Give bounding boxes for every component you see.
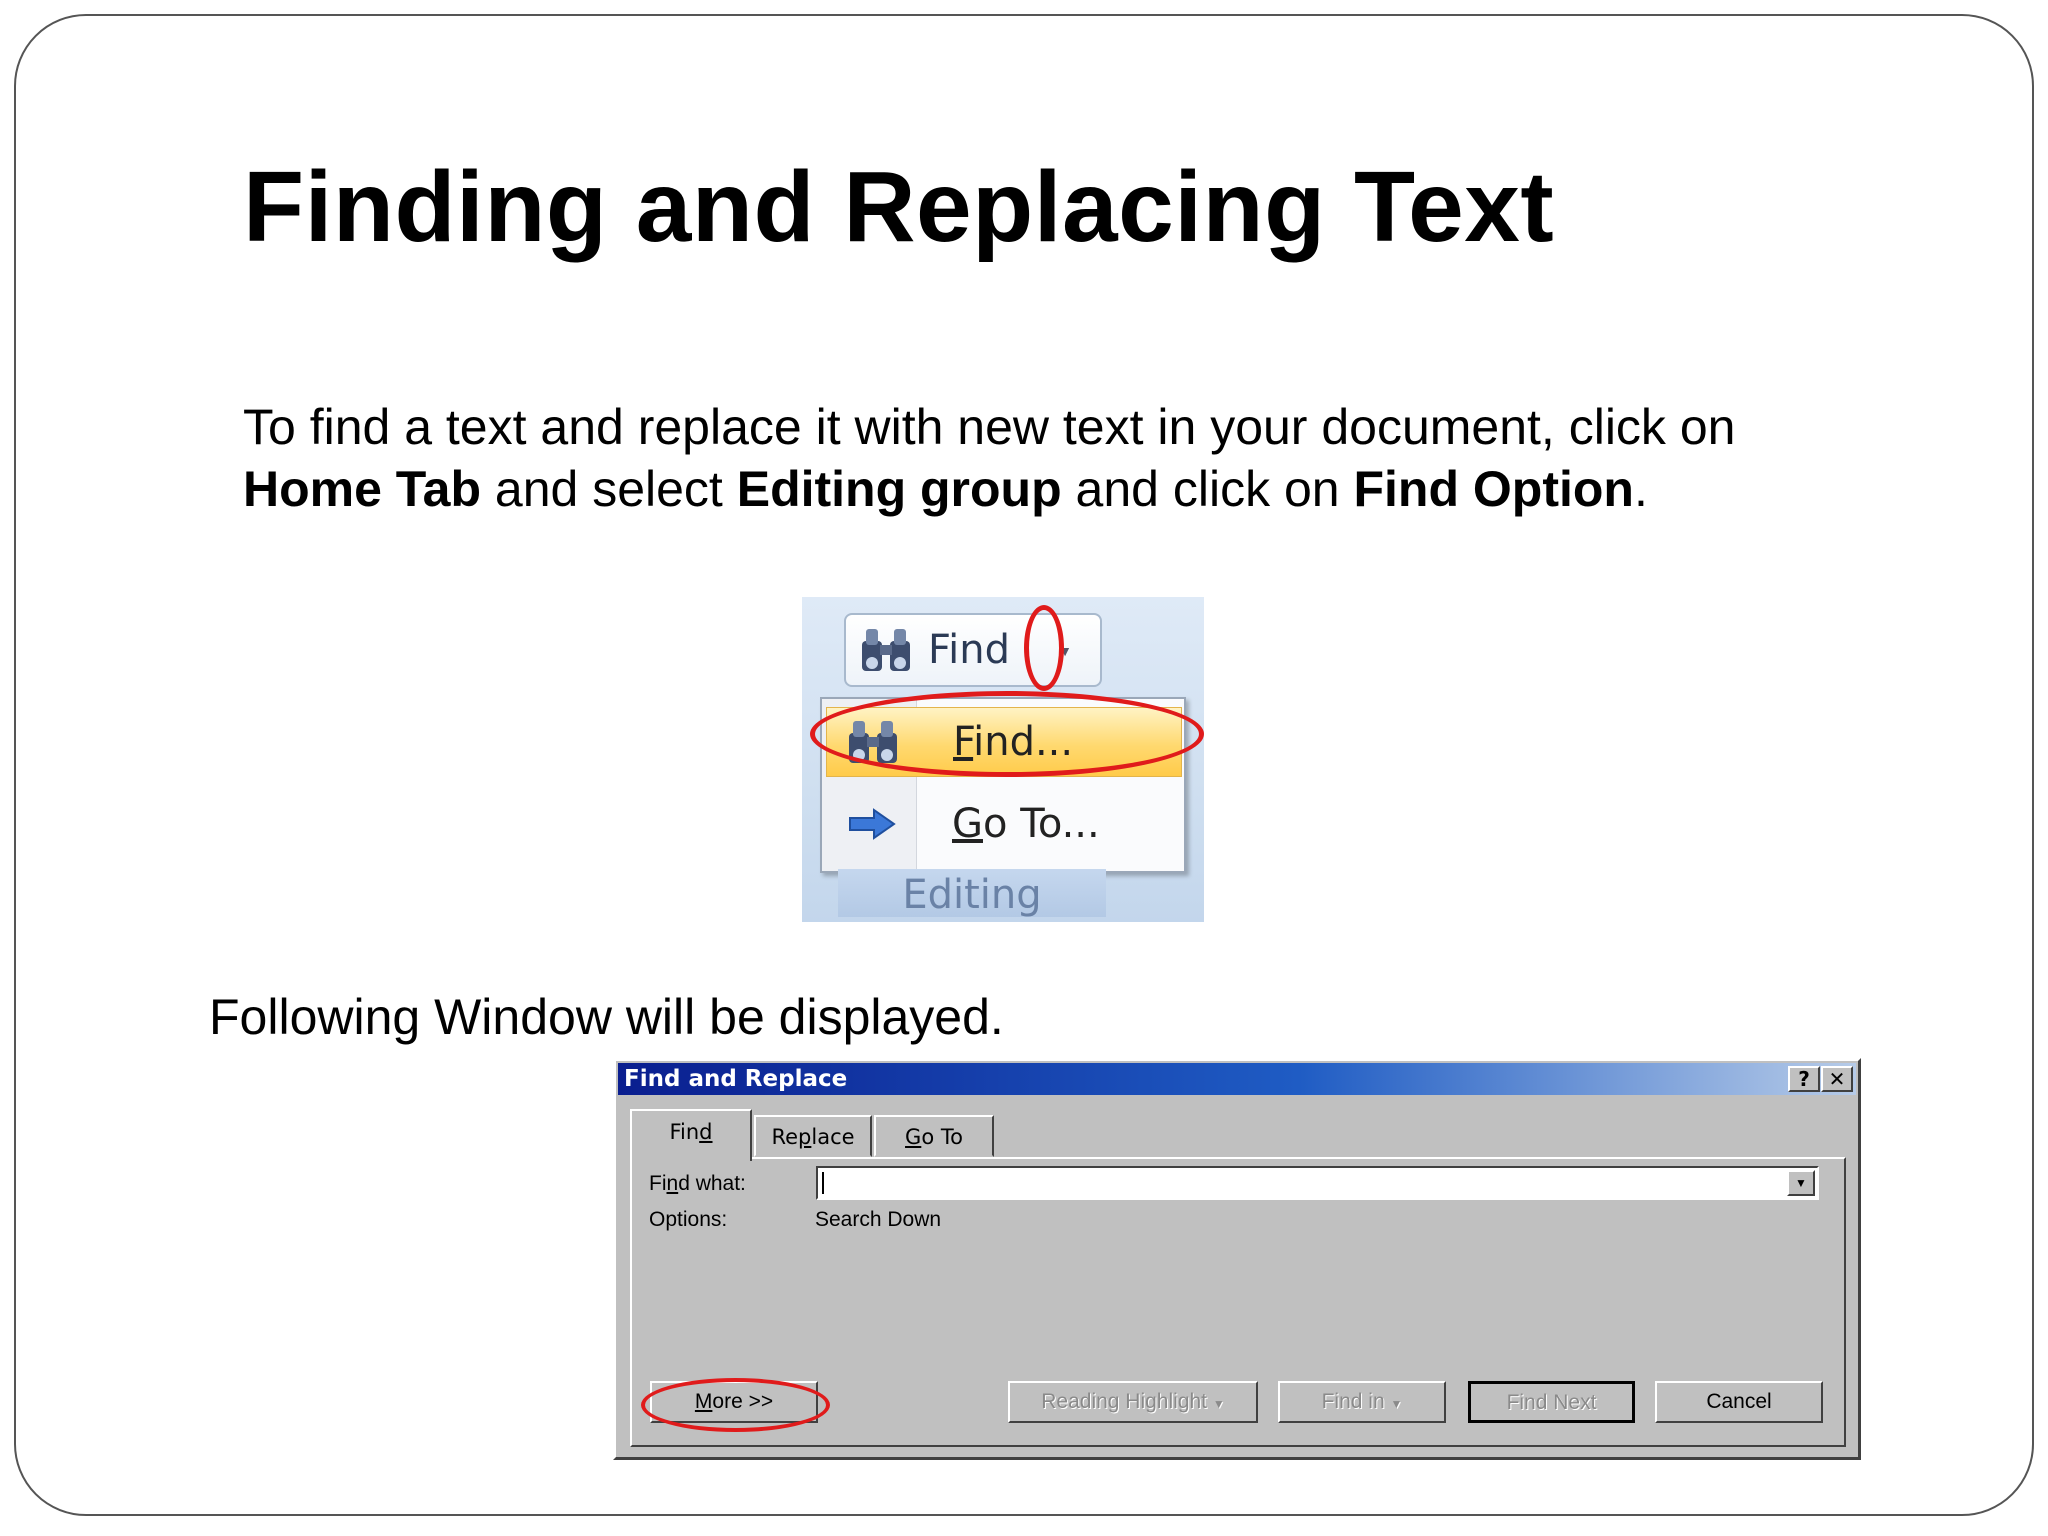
tab-find[interactable]: Find: [630, 1109, 752, 1161]
following-text: Following Window will be displayed.: [209, 989, 1004, 1045]
find-next-button[interactable]: Find Next: [1468, 1381, 1635, 1423]
dialog-titlebar[interactable]: Find and Replace ? ✕: [618, 1063, 1856, 1095]
chevron-down-icon: ▼: [1390, 1397, 1403, 1411]
options-label: Options:: [649, 1208, 728, 1231]
intro-text-3: and click on: [1061, 461, 1354, 517]
tab-replace[interactable]: Replace: [754, 1115, 872, 1157]
editing-group-label: Editing: [838, 869, 1106, 918]
find-in-button[interactable]: Find in ▼: [1278, 1381, 1446, 1423]
find-what-label: Find what:: [649, 1172, 746, 1195]
ribbon-screenshot: Find ▼ Find... Go To... Editing: [802, 597, 1204, 922]
text-caret: [822, 1172, 824, 1194]
find-what-combobox[interactable]: ▼: [816, 1166, 1819, 1200]
intro-find-option: Find Option: [1353, 461, 1634, 517]
reading-highlight-button[interactable]: Reading Highlight ▼: [1008, 1381, 1258, 1423]
intro-text-2: and select: [481, 461, 737, 517]
chevron-down-icon[interactable]: ▼: [1787, 1170, 1815, 1196]
annotation-oval-find: [810, 691, 1204, 777]
annotation-oval-dropdown: [1024, 605, 1064, 691]
options-value: Search Down: [815, 1208, 942, 1231]
chevron-down-icon: ▼: [1212, 1397, 1225, 1411]
menu-item-goto-label: Go To...: [952, 801, 1100, 847]
intro-editing-group: Editing group: [736, 461, 1062, 517]
tab-goto[interactable]: Go To: [874, 1115, 994, 1157]
arrow-right-icon: [849, 808, 896, 840]
find-button-label: Find: [928, 627, 1010, 673]
intro-paragraph: To find a text and replace it with new t…: [243, 396, 1843, 520]
dialog-title: Find and Replace: [624, 1066, 848, 1092]
binoculars-icon: [862, 629, 910, 671]
slide-title: Finding and Replacing Text: [243, 151, 1555, 263]
annotation-oval-more: [641, 1378, 830, 1432]
intro-home-tab: Home Tab: [243, 461, 481, 517]
cancel-button[interactable]: Cancel: [1655, 1381, 1823, 1423]
help-button[interactable]: ?: [1788, 1066, 1820, 1092]
intro-text-4: .: [1633, 461, 1648, 517]
menu-item-goto[interactable]: Go To...: [826, 789, 1182, 859]
intro-text-1: To find a text and replace it with new t…: [243, 399, 1736, 455]
close-button[interactable]: ✕: [1821, 1066, 1853, 1092]
